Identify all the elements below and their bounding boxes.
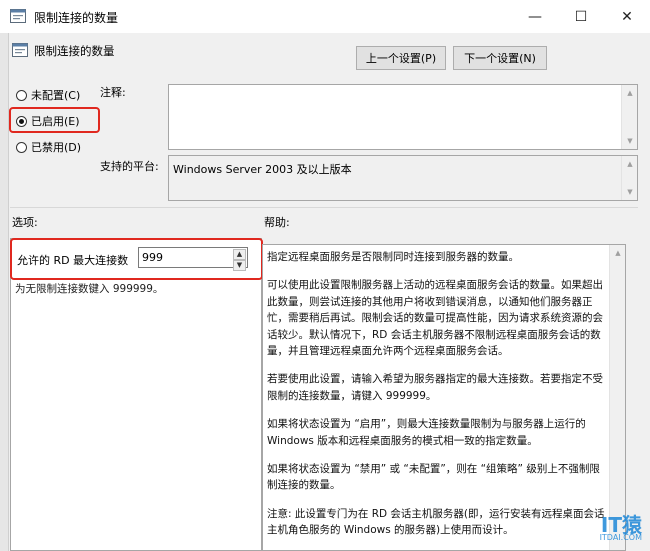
max-connections-spinner[interactable]: 999 ▲ ▼: [138, 247, 248, 271]
options-pane: 为无限制连接数键入 999999。: [10, 238, 262, 551]
spinner-buttons[interactable]: ▲ ▼: [233, 249, 246, 271]
help-paragraph: 指定远程桌面服务是否限制同时连接到服务器的数量。: [267, 251, 519, 263]
help-label: 帮助:: [264, 216, 290, 229]
help-paragraph: 若要使用此设置，请输入希望为服务器指定的最大连接数。若要指定不受限制的连接数量，…: [267, 373, 603, 402]
scroll-up-icon[interactable]: ▲: [610, 245, 625, 261]
title-bar: 限制连接的数量 — ☐ ✕: [0, 0, 650, 33]
section-divider: [10, 207, 638, 208]
radio-label: 未配置(C): [31, 89, 81, 102]
close-button[interactable]: ✕: [604, 0, 650, 33]
platform-scrollbar[interactable]: ▲ ▼: [621, 156, 637, 200]
spin-down-icon[interactable]: ▼: [233, 260, 246, 271]
policy-setting-icon: [12, 43, 28, 57]
window-title: 限制连接的数量: [34, 11, 119, 25]
next-setting-button[interactable]: 下一个设置(N): [453, 46, 547, 70]
max-connections-value[interactable]: 999: [142, 251, 163, 264]
radio-circle[interactable]: [16, 89, 27, 101]
radio-disabled[interactable]: 已禁用(D): [16, 139, 81, 155]
policy-window-icon: [10, 9, 26, 23]
platform-value: Windows Server 2003 及以上版本: [173, 163, 352, 176]
radio-enabled[interactable]: 已启用(E): [16, 113, 80, 129]
watermark-domain: ITDAI.COM: [599, 533, 642, 542]
radio-circle-selected[interactable]: [16, 115, 27, 127]
scroll-down-icon[interactable]: ▼: [622, 184, 638, 200]
radio-not-configured[interactable]: 未配置(C): [16, 87, 80, 103]
scroll-up-icon[interactable]: ▲: [622, 156, 638, 172]
minimize-button[interactable]: —: [512, 0, 558, 33]
spin-up-icon[interactable]: ▲: [233, 249, 246, 260]
options-label: 选项:: [12, 216, 38, 229]
policy-name: 限制连接的数量: [34, 44, 115, 58]
options-hint: 为无限制连接数键入 999999。: [15, 283, 164, 295]
radio-label: 已启用(E): [31, 115, 80, 128]
background-window-edge: [0, 33, 9, 551]
help-pane: 指定远程桌面服务是否限制同时连接到服务器的数量。 可以使用此设置限制服务器上活动…: [262, 244, 626, 551]
radio-label: 已禁用(D): [31, 141, 82, 154]
platform-label: 支持的平台:: [100, 160, 159, 173]
help-paragraph: 如果将状态设置为 “禁用” 或 “未配置”，则在 “组策略” 级别上不强制限制连…: [267, 463, 600, 492]
radio-circle[interactable]: [16, 141, 27, 153]
scroll-up-icon[interactable]: ▲: [622, 85, 638, 101]
max-connections-label: 允许的 RD 最大连接数: [17, 254, 129, 267]
prev-setting-button[interactable]: 上一个设置(P): [356, 46, 446, 70]
comment-label: 注释:: [100, 86, 126, 99]
scroll-down-icon[interactable]: ▼: [622, 133, 638, 149]
help-paragraph: 如果将状态设置为 “启用”，则最大连接数量限制为与服务器上运行的 Windows…: [267, 418, 586, 447]
platform-box: Windows Server 2003 及以上版本 ▲ ▼: [168, 155, 638, 201]
watermark: IT猿 ITDAI.COM: [562, 509, 642, 545]
help-text: 指定远程桌面服务是否限制同时连接到服务器的数量。 可以使用此设置限制服务器上活动…: [267, 249, 609, 550]
help-paragraph: 可以使用此设置限制服务器上活动的远程桌面服务会话的数量。如果超出此数量，则尝试连…: [267, 279, 603, 358]
comment-textarea[interactable]: ▲ ▼: [168, 84, 638, 150]
help-paragraph: 注意: 此设置专门为在 RD 会话主机服务器(即，运行安装有远程桌面会话主机角色…: [267, 507, 605, 537]
help-scrollbar[interactable]: ▲: [609, 245, 625, 550]
maximize-button[interactable]: ☐: [558, 0, 604, 33]
comment-scrollbar[interactable]: ▲ ▼: [621, 85, 637, 149]
